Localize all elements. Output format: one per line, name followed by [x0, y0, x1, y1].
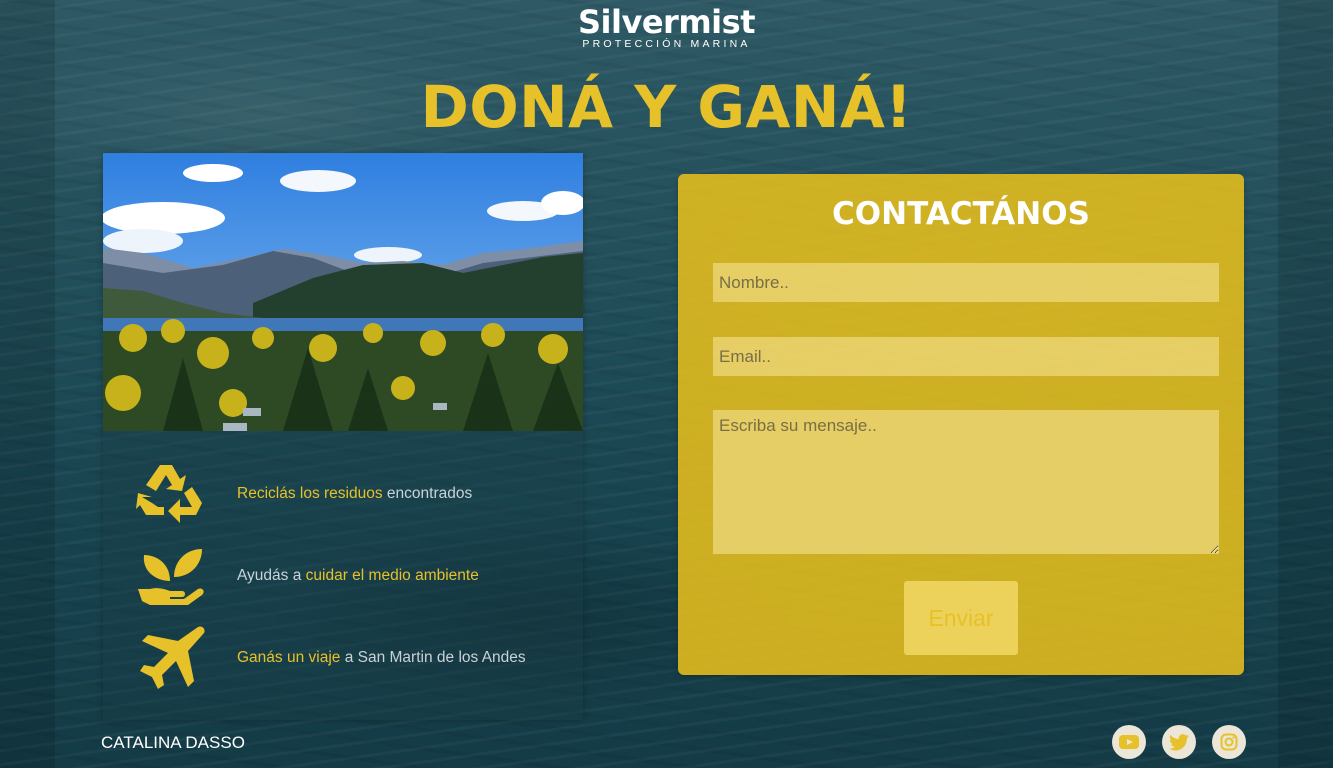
landscape-photo: [103, 153, 583, 431]
benefits-card: Reciclás los residuos encontrados Ayudás…: [103, 153, 583, 720]
benefit-recycle: Reciclás los residuos encontrados: [136, 459, 576, 529]
contact-title: CONTACTÁNOS: [832, 196, 1090, 232]
logo-tagline: PROTECCIÓN MARINA: [582, 38, 751, 50]
benefit-trip: Ganás un viaje a San Martin de los Andes: [136, 623, 576, 693]
benefit-environment: Ayudás a cuidar el medio ambiente: [136, 541, 576, 611]
instagram-icon: [1220, 733, 1238, 751]
instagram-link[interactable]: [1212, 725, 1246, 759]
recycle-icon: [136, 465, 202, 523]
message-textarea[interactable]: [713, 410, 1219, 554]
youtube-link[interactable]: [1112, 725, 1146, 759]
twitter-link[interactable]: [1162, 725, 1196, 759]
youtube-icon: [1119, 735, 1139, 749]
email-input[interactable]: [713, 337, 1219, 376]
benefit-recycle-text: Reciclás los residuos encontrados: [237, 485, 473, 502]
contact-form: CONTACTÁNOS Enviar: [678, 174, 1244, 675]
leaf-hand-icon: [138, 549, 204, 605]
page-headline: DONÁ Y GANÁ!: [420, 73, 913, 141]
airplane-icon: [140, 626, 205, 689]
logo-name: Silvermist: [578, 3, 755, 41]
twitter-icon: [1169, 733, 1189, 750]
name-input[interactable]: [713, 263, 1219, 302]
author-name: CATALINA DASSO: [101, 733, 245, 752]
brand-logo[interactable]: Silvermist PROTECCIÓN MARINA: [0, 4, 1333, 50]
send-button[interactable]: Enviar: [904, 581, 1018, 655]
benefit-environment-text: Ayudás a cuidar el medio ambiente: [237, 567, 479, 584]
benefit-trip-text: Ganás un viaje a San Martin de los Andes: [237, 649, 526, 666]
